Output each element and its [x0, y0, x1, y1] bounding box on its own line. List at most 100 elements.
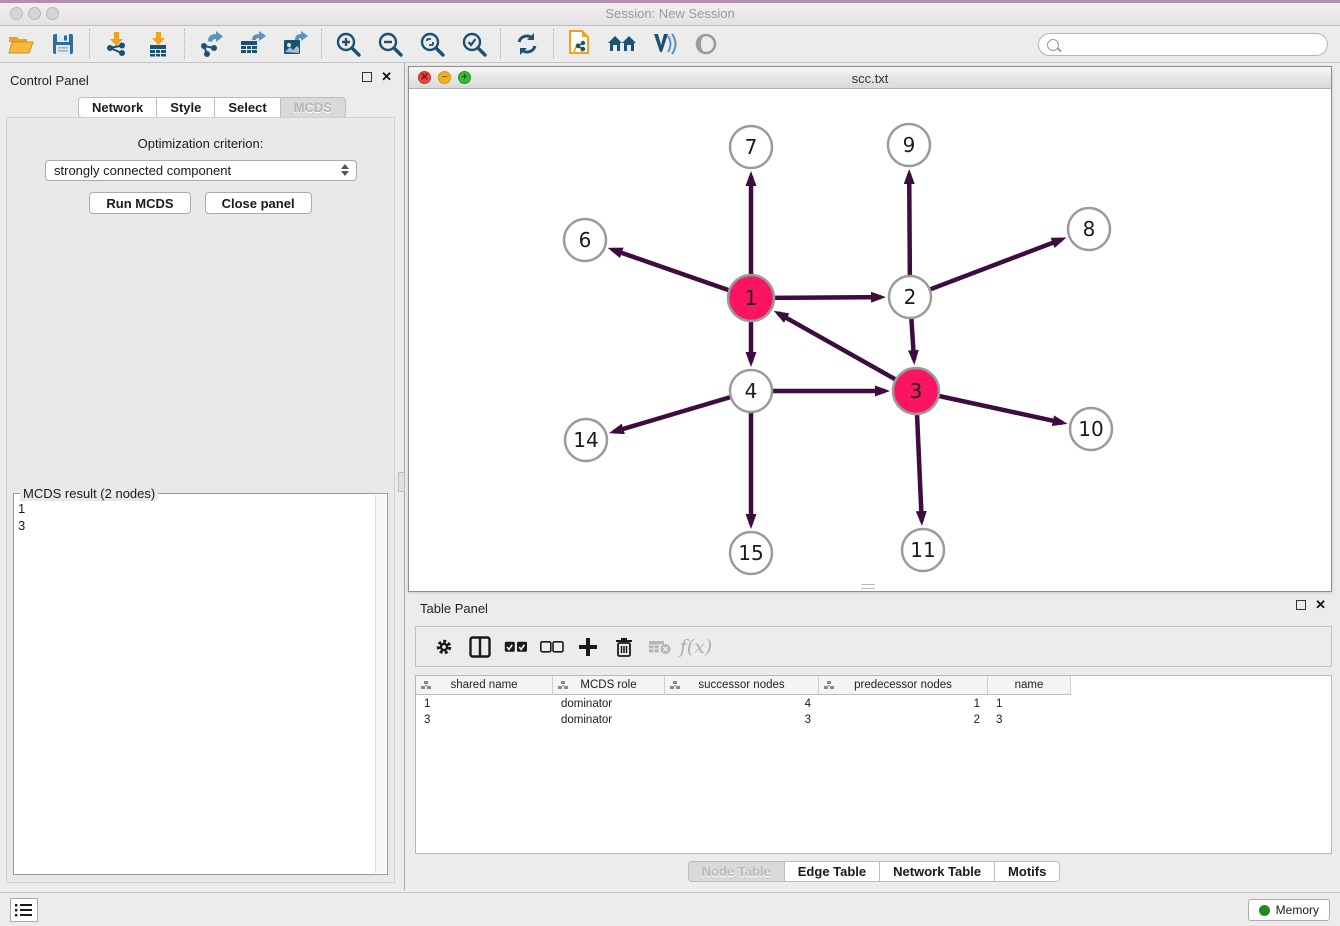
mcds-result-title: MCDS result (2 nodes)	[20, 486, 158, 501]
edge-2-9[interactable]	[909, 174, 910, 276]
export-table-icon[interactable]	[238, 29, 268, 59]
cell[interactable]: dominator	[553, 713, 665, 729]
column-header-name[interactable]: name	[988, 676, 1071, 695]
tab-style[interactable]: Style	[157, 97, 215, 118]
status-bar: Memory	[0, 892, 1340, 926]
splitter-handle[interactable]	[398, 472, 405, 492]
close-panel-button[interactable]: Close panel	[205, 192, 312, 214]
zoom-out-icon[interactable]	[375, 29, 405, 59]
tab-mcds[interactable]: MCDS	[281, 97, 346, 118]
toolbar-separator	[184, 29, 185, 59]
zoom-in-icon[interactable]	[333, 29, 363, 59]
node-2[interactable]: 2	[889, 276, 931, 318]
task-history-button[interactable]	[10, 898, 38, 922]
network-document-icon[interactable]	[565, 29, 595, 59]
control-panel: Control Panel ✕ NetworkStyleSelectMCDS O…	[0, 63, 404, 890]
close-panel-icon[interactable]: ✕	[381, 72, 392, 82]
node-8[interactable]: 8	[1068, 208, 1110, 250]
edge-3-1[interactable]	[778, 313, 896, 379]
vizmapper-icon[interactable]	[649, 29, 679, 59]
node-11[interactable]: 11	[902, 529, 944, 571]
add-column-icon[interactable]	[575, 634, 601, 660]
tab-network[interactable]: Network	[78, 97, 157, 118]
edge-3-10[interactable]	[938, 396, 1062, 423]
cell[interactable]: 1	[819, 697, 988, 713]
run-mcds-button[interactable]: Run MCDS	[89, 192, 190, 214]
close-table-panel-icon[interactable]: ✕	[1315, 600, 1326, 610]
edge-3-11[interactable]	[917, 414, 922, 521]
float-table-panel-icon[interactable]	[1296, 600, 1306, 610]
eye-icon[interactable]	[691, 29, 721, 59]
cell[interactable]: 1	[988, 697, 1071, 713]
node-1[interactable]: 1	[728, 275, 774, 321]
cell[interactable]: dominator	[553, 697, 665, 713]
tab-edge-table[interactable]: Edge Table	[785, 861, 880, 882]
node-table[interactable]: shared nameMCDS rolesuccessor nodesprede…	[415, 675, 1332, 854]
node-15[interactable]: 15	[730, 532, 772, 574]
export-image-icon[interactable]	[280, 29, 310, 59]
delete-table-icon[interactable]	[647, 634, 673, 660]
column-header-successor-nodes[interactable]: successor nodes	[665, 676, 819, 695]
result-scrollbar[interactable]	[375, 495, 386, 873]
node-label-10: 10	[1078, 417, 1103, 441]
save-icon[interactable]	[48, 29, 78, 59]
table-row[interactable]: 1dominator411	[416, 697, 1071, 713]
edge-2-8[interactable]	[930, 239, 1062, 289]
select-all-icon[interactable]	[503, 634, 529, 660]
home-icon[interactable]	[607, 29, 637, 59]
edge-1-6[interactable]	[612, 250, 729, 291]
import-table-icon[interactable]	[143, 29, 173, 59]
float-panel-icon[interactable]	[362, 72, 372, 82]
node-10[interactable]: 10	[1070, 408, 1112, 450]
node-3[interactable]: 3	[893, 368, 939, 414]
node-label-14: 14	[573, 428, 598, 452]
selected-criterion: strongly connected component	[54, 163, 231, 178]
node-14[interactable]: 14	[565, 419, 607, 461]
zoom-fit-icon[interactable]	[417, 29, 447, 59]
cell[interactable]: 2	[819, 713, 988, 729]
tab-node-table[interactable]: Node Table	[688, 861, 785, 882]
function-builder-icon[interactable]: f(x)	[683, 634, 709, 660]
delete-column-trash-icon[interactable]	[611, 634, 637, 660]
window-resize-handle[interactable]	[861, 584, 875, 589]
tab-network-table[interactable]: Network Table	[880, 861, 995, 882]
cell[interactable]: 3	[988, 713, 1071, 729]
node-7[interactable]: 7	[730, 126, 772, 168]
edge-1-2[interactable]	[774, 297, 881, 298]
chevron-up-down-icon	[341, 164, 349, 176]
column-header-MCDS-role[interactable]: MCDS role	[553, 676, 665, 695]
table-row[interactable]: 3dominator323	[416, 713, 1071, 729]
network-window-titlebar[interactable]: ✕ − + scc.txt	[409, 67, 1331, 89]
optimization-criterion-select[interactable]: strongly connected component	[45, 160, 357, 181]
zoom-selected-icon[interactable]	[459, 29, 489, 59]
node-9[interactable]: 9	[888, 124, 930, 166]
show-columns-icon[interactable]	[467, 634, 493, 660]
search-input[interactable]	[1038, 33, 1328, 56]
network-canvas[interactable]: 7 9 6 8 1 2 4 3 14 10 15 11	[410, 90, 1332, 592]
node-6[interactable]: 6	[564, 219, 606, 261]
cell[interactable]: 4	[665, 697, 819, 713]
cell[interactable]: 1	[416, 697, 553, 713]
deselect-all-icon[interactable]	[539, 634, 565, 660]
cell[interactable]: 3	[665, 713, 819, 729]
node-label-2: 2	[904, 285, 917, 309]
tab-select[interactable]: Select	[215, 97, 280, 118]
search-field[interactable]	[1059, 38, 1327, 52]
memory-label: Memory	[1276, 903, 1319, 917]
tab-motifs[interactable]: Motifs	[995, 861, 1060, 882]
export-network-icon[interactable]	[196, 29, 226, 59]
table-settings-gear-icon[interactable]	[431, 634, 457, 660]
column-header-predecessor-nodes[interactable]: predecessor nodes	[819, 676, 988, 695]
import-network-icon[interactable]	[101, 29, 131, 59]
edge-2-3[interactable]	[911, 318, 914, 360]
edge-4-14[interactable]	[614, 397, 731, 432]
node-4[interactable]: 4	[730, 370, 772, 412]
column-header-shared-name[interactable]: shared name	[416, 676, 553, 695]
node-label-6: 6	[579, 228, 592, 252]
node-label-9: 9	[903, 133, 916, 157]
mcds-panel: Optimization criterion: strongly connect…	[6, 117, 395, 883]
open-folder-icon[interactable]	[6, 29, 36, 59]
refresh-icon[interactable]	[512, 29, 542, 59]
cell[interactable]: 3	[416, 713, 553, 729]
memory-button[interactable]: Memory	[1248, 899, 1330, 921]
